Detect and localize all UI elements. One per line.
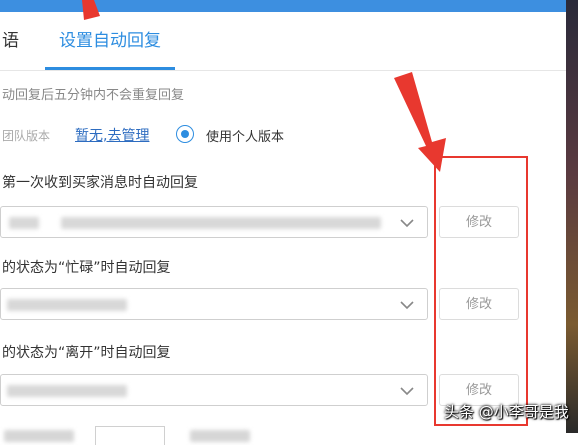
arrow-icon xyxy=(394,72,446,172)
annotation-arrows xyxy=(82,0,446,172)
watermark-text: 头条 @小李哥是我 xyxy=(444,403,569,421)
arrow-icon xyxy=(82,0,100,20)
